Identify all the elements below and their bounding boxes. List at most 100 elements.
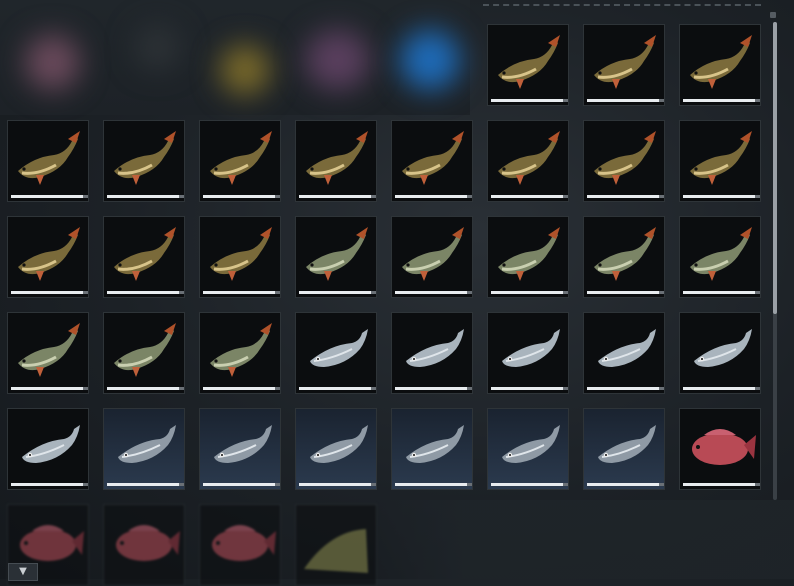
blurred-pink-item: [25, 35, 80, 90]
durability-bar: [107, 195, 184, 198]
snapper-fish-icon: [212, 525, 276, 561]
inventory-slot-herring[interactable]: [679, 312, 761, 394]
durability-bar: [11, 483, 88, 486]
durability-bar: [11, 195, 88, 198]
inventory-slot-gar[interactable]: [103, 312, 185, 394]
pike-fish-icon: [402, 131, 464, 185]
cod-fish-icon: [214, 425, 272, 463]
inventory-slot-snapper[interactable]: [199, 504, 281, 586]
inventory-slot-gar[interactable]: [679, 216, 761, 298]
inventory-slot-gar[interactable]: [7, 312, 89, 394]
inventory-slot-gar[interactable]: [295, 216, 377, 298]
inventory-slot-cod[interactable]: [295, 408, 377, 490]
pike-fish-icon: [594, 131, 656, 185]
gar-fish-icon: [114, 323, 176, 377]
inventory-slot-pike[interactable]: [679, 24, 761, 106]
inventory-slot-gar[interactable]: [583, 216, 665, 298]
inventory-slot-pike[interactable]: [7, 120, 89, 202]
pike-fish-icon: [594, 35, 656, 89]
inventory-slot-pike[interactable]: [7, 216, 89, 298]
durability-bar: [587, 291, 664, 294]
pike-fish-icon: [210, 131, 272, 185]
cod-fish-icon: [502, 425, 560, 463]
cod-fish-icon: [118, 425, 176, 463]
herring-fish-icon: [406, 329, 464, 367]
durability-bar: [491, 195, 568, 198]
herring-fish-icon: [22, 425, 80, 463]
inventory-slot-gar[interactable]: [391, 216, 473, 298]
inventory-slot-pike[interactable]: [199, 216, 281, 298]
blurred-dark-item: [135, 25, 180, 70]
durability-bar: [491, 387, 568, 390]
durability-bar: [491, 483, 568, 486]
durability-bar: [491, 291, 568, 294]
herring-fish-icon: [310, 329, 368, 367]
durability-bar: [299, 195, 376, 198]
pike-fish-icon: [114, 131, 176, 185]
inventory-slot-bream[interactable]: [295, 504, 377, 586]
gar-fish-icon: [594, 227, 656, 281]
pike-fish-icon: [690, 35, 752, 89]
inventory-slot-gar[interactable]: [487, 216, 569, 298]
inventory-slot-herring[interactable]: [391, 312, 473, 394]
inventory-slot-cod[interactable]: [391, 408, 473, 490]
pike-fish-icon: [18, 131, 80, 185]
durability-bar: [587, 483, 664, 486]
durability-bar: [299, 291, 376, 294]
herring-fish-icon: [502, 329, 560, 367]
durability-bar: [395, 483, 472, 486]
inventory-slot-cod[interactable]: [103, 408, 185, 490]
inventory-slot-herring[interactable]: [583, 312, 665, 394]
corner-marker: [770, 12, 776, 18]
cod-fish-icon: [310, 425, 368, 463]
inventory-slot-herring[interactable]: [7, 408, 89, 490]
inventory-slot-pike[interactable]: [295, 120, 377, 202]
inventory-slot-pike[interactable]: [583, 120, 665, 202]
durability-bar: [11, 291, 88, 294]
gar-fish-icon: [498, 227, 560, 281]
pike-fish-icon: [210, 227, 272, 281]
bream-fish-icon: [304, 529, 368, 573]
durability-bar: [683, 195, 760, 198]
durability-bar: [587, 99, 664, 102]
inventory-slot-pike[interactable]: [103, 120, 185, 202]
pike-fish-icon: [114, 227, 176, 281]
inventory-slot-gar[interactable]: [199, 312, 281, 394]
inventory-slot-cod[interactable]: [199, 408, 281, 490]
inventory-slot-snapper[interactable]: [103, 504, 185, 586]
durability-bar: [491, 99, 568, 102]
inventory-slot-cod[interactable]: [583, 408, 665, 490]
inventory-slot-pike[interactable]: [391, 120, 473, 202]
snapper-fish-icon: [116, 525, 180, 561]
inventory-slot-pike[interactable]: [583, 24, 665, 106]
durability-bar: [203, 483, 280, 486]
inventory-slot-herring[interactable]: [295, 312, 377, 394]
pike-fish-icon: [306, 131, 368, 185]
inventory-slot-pike[interactable]: [679, 120, 761, 202]
pike-fish-icon: [498, 131, 560, 185]
gar-fish-icon: [690, 227, 752, 281]
durability-bar: [683, 291, 760, 294]
durability-bar: [107, 483, 184, 486]
inventory-slot-snapper[interactable]: [679, 408, 761, 490]
snapper-fish-icon: [692, 429, 756, 465]
inventory-slot-pike[interactable]: [487, 120, 569, 202]
inventory-slot-pike[interactable]: [199, 120, 281, 202]
scrollbar-thumb[interactable]: [773, 22, 777, 314]
herring-fish-icon: [694, 329, 752, 367]
blurred-blue-item: [400, 30, 460, 90]
inventory-scrollbar[interactable]: [773, 22, 777, 500]
herring-fish-icon: [598, 329, 656, 367]
scroll-down-button[interactable]: ▼: [8, 563, 38, 581]
gar-fish-icon: [210, 323, 272, 377]
durability-bar: [203, 387, 280, 390]
inventory-slot-pike[interactable]: [103, 216, 185, 298]
blurred-item-row: [0, 0, 470, 115]
inventory-slot-herring[interactable]: [487, 312, 569, 394]
chevron-down-icon: ▼: [19, 566, 27, 577]
durability-bar: [299, 387, 376, 390]
inventory-slot-cod[interactable]: [487, 408, 569, 490]
gar-fish-icon: [402, 227, 464, 281]
inventory-slot-pike[interactable]: [487, 24, 569, 106]
durability-bar: [11, 387, 88, 390]
